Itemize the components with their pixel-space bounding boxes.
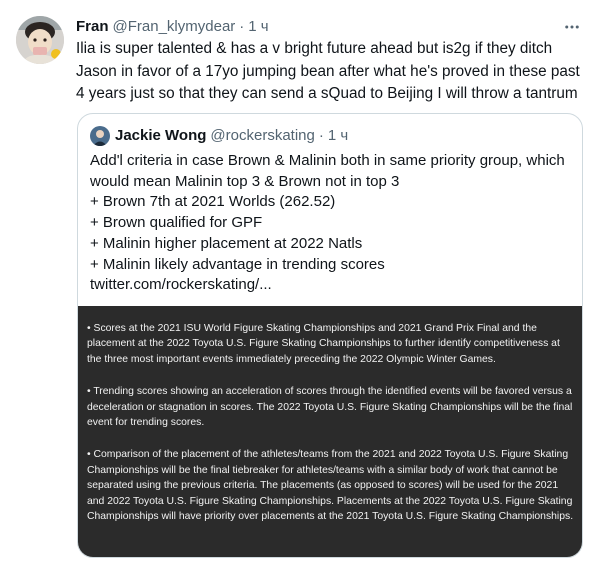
quote-header: Jackie Wong @rockerskating · 1 ч <box>90 126 570 146</box>
more-horizontal-icon <box>565 25 579 29</box>
quote-image[interactable]: • Scores at the 2021 ISU World Figure Sk… <box>78 306 582 557</box>
more-options-button[interactable] <box>562 17 582 37</box>
tweet-header: Fran @Fran_klymydear · 1 ч <box>76 17 574 37</box>
quote-text-line: + Malinin likely advantage in trending s… <box>90 255 385 273</box>
quoted-tweet[interactable]: Jackie Wong @rockerskating · 1 ч Add'l c… <box>77 113 583 558</box>
separator-dot: · <box>318 127 324 144</box>
quote-text-line: + Brown qualified for GPF <box>90 214 263 232</box>
quote-user-avatar <box>90 126 110 146</box>
tweet-text: Ilia is super talented & has a v bright … <box>76 40 580 102</box>
quote-timestamp: 1 ч <box>327 127 349 144</box>
quote-author-name: Jackie Wong <box>115 127 207 144</box>
author-name[interactable]: Fran <box>76 17 109 37</box>
quote-text-line: Add'l criteria in case Brown & Malinin b… <box>90 152 565 169</box>
avatar-image <box>16 16 64 64</box>
user-avatar[interactable] <box>16 16 64 64</box>
tweet-timestamp[interactable]: 1 ч <box>248 17 268 37</box>
quote-text: Add'l criteria in case Brown & Malinin b… <box>90 151 578 296</box>
author-handle[interactable]: @Fran_klymydear <box>113 17 236 37</box>
quote-text-line: + Malinin higher placement at 2022 Natls <box>90 234 363 252</box>
image-paragraph: • Trending scores showing an acceleratio… <box>87 386 573 429</box>
quote-text-line: + Brown 7th at 2021 Worlds (262.52) <box>90 193 336 211</box>
tweet[interactable]: Fran @Fran_klymydear · 1 ч Ilia is super… <box>0 0 594 571</box>
image-paragraph: • Comparison of the placement of the ath… <box>87 449 574 523</box>
quote-link[interactable]: twitter.com/rockerskating/... <box>90 275 578 296</box>
quote-text-line: would mean Malinin top 3 & Brown not in … <box>90 172 400 190</box>
image-paragraph: • Scores at the 2021 ISU World Figure Sk… <box>87 323 560 365</box>
quote-author-handle: @rockerskating <box>210 127 315 144</box>
separator-dot: · <box>239 18 245 35</box>
